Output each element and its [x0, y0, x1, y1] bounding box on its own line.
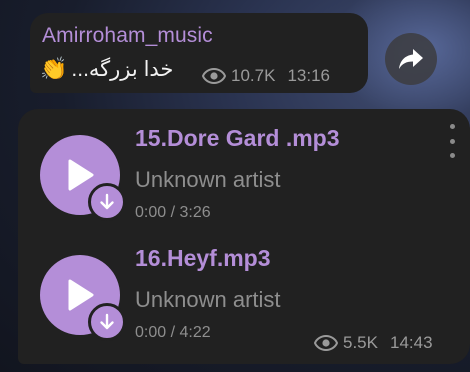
channel-name[interactable]: Amirroham_music [42, 24, 213, 48]
channel-message-bubble[interactable]: Amirroham_music 👏 خدا بزرگه... 10.7K 13:… [30, 13, 368, 93]
download-arrow-icon [100, 313, 114, 330]
audio-message-bubble[interactable]: 15.Dore Gard .mp3 Unknown artist 0:00 / … [18, 109, 470, 364]
download-button[interactable] [88, 303, 126, 341]
view-count: 10.7K [231, 66, 276, 85]
track-title: 16.Heyf.mp3 [135, 245, 271, 271]
audio-track[interactable]: 15.Dore Gard .mp3 Unknown artist 0:00 / … [40, 121, 460, 231]
download-arrow-icon [100, 193, 114, 210]
message-text: خدا بزرگه... [71, 57, 174, 81]
more-dot [449, 124, 455, 129]
track-duration: 0:00 / 3:26 [135, 204, 211, 221]
more-vertical-icon[interactable] [448, 124, 456, 158]
share-button[interactable] [385, 33, 437, 85]
share-arrow-icon [399, 49, 423, 69]
track-artist: Unknown artist [135, 287, 281, 312]
clapping-hands-emoji: 👏 [40, 56, 68, 81]
message-time: 14:43 [389, 333, 433, 352]
track-artist: Unknown artist [135, 167, 281, 192]
message-meta: 5.5K 14:43 [314, 333, 433, 353]
eye-icon [202, 68, 226, 84]
eye-icon [314, 335, 338, 351]
message-text-row: 👏 خدا بزرگه... [40, 56, 173, 82]
track-title: 15.Dore Gard .mp3 [135, 125, 340, 151]
download-button[interactable] [88, 183, 126, 221]
track-duration: 0:00 / 4:22 [135, 324, 211, 341]
play-icon [68, 159, 94, 191]
play-icon [68, 279, 94, 311]
message-meta: 10.7K 13:16 [202, 66, 330, 86]
more-dot [449, 138, 455, 144]
message-time: 13:16 [287, 66, 330, 85]
more-dot [449, 153, 455, 158]
view-count: 5.5K [343, 333, 378, 352]
